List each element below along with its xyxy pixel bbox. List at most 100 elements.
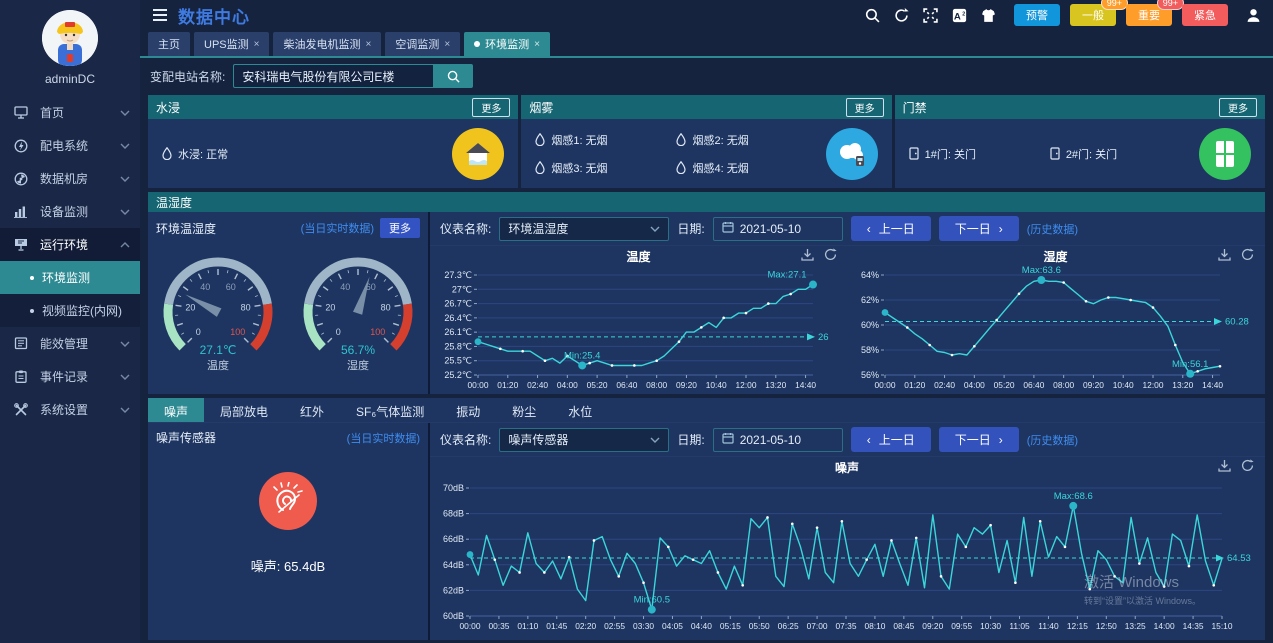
fullscreen-icon[interactable] — [923, 8, 938, 23]
menu-icon[interactable] — [152, 8, 168, 22]
sidebar-subitem-环境监测[interactable]: 环境监测 — [0, 261, 140, 294]
sidebar-item-label: 数据机房 — [40, 170, 120, 187]
tab-空调监测[interactable]: 空调监测× — [385, 32, 460, 56]
alarm-button-预警[interactable]: 预警 — [1014, 4, 1060, 26]
app-window: adminDC 首页配电系统数据机房设备监测运行环境环境监测视频监控(内网)能效… — [0, 0, 1273, 643]
tab-close-icon[interactable]: × — [365, 39, 371, 50]
more-button[interactable]: 更多 — [846, 98, 884, 117]
alarm-button-重要[interactable]: 重要99+ — [1126, 4, 1172, 26]
chevron-down-icon — [120, 374, 130, 380]
theme-icon[interactable] — [981, 8, 996, 23]
card-body: 烟感1: 无烟烟感2: 无烟烟感3: 无烟烟感4: 无烟 — [521, 119, 891, 188]
sidebar-item-运行环境[interactable]: 运行环境 — [0, 228, 140, 261]
tab-柴油发电机监测[interactable]: 柴油发电机监测× — [273, 32, 381, 56]
svg-text:25.5℃: 25.5℃ — [444, 356, 472, 366]
avatar[interactable] — [42, 10, 98, 66]
sidebar-item-首页[interactable]: 首页 — [0, 96, 140, 129]
sidebar-subitem-视频监控(内网)[interactable]: 视频监控(内网) — [0, 294, 140, 327]
date-picker[interactable]: 2021-05-10 — [713, 428, 843, 452]
more-button[interactable]: 更多 — [1219, 98, 1257, 117]
more-button[interactable]: 更多 — [472, 98, 510, 117]
station-name-input[interactable] — [233, 64, 433, 88]
alarm-button-一般[interactable]: 一般99+ — [1070, 4, 1116, 26]
meter-select[interactable]: 噪声传感器 — [499, 428, 669, 452]
chevron-down-icon — [120, 110, 130, 116]
tab-label: 环境监测 — [485, 36, 529, 52]
download-icon[interactable] — [1218, 248, 1231, 266]
door-panel-icon — [1212, 139, 1238, 169]
tab-close-icon[interactable]: × — [444, 39, 450, 50]
chevron-down-icon — [120, 143, 130, 149]
more-button[interactable]: 更多 — [380, 218, 420, 238]
history-link[interactable]: (历史数据) — [1027, 221, 1078, 237]
date-label: 日期: — [677, 220, 704, 237]
sidebar-item-设备监测[interactable]: 设备监测 — [0, 195, 140, 228]
tab-UPS监测[interactable]: UPS监测× — [194, 32, 269, 56]
user-icon[interactable] — [1246, 8, 1261, 23]
svg-text:05:20: 05:20 — [587, 380, 608, 390]
svg-text:13:20: 13:20 — [1172, 380, 1193, 390]
sidebar-item-系统设置[interactable]: 系统设置 — [0, 393, 140, 426]
sensor-tab-噪声[interactable]: 噪声 — [148, 398, 204, 422]
date-picker[interactable]: 2021-05-10 — [713, 217, 843, 241]
sensor-tab-振动[interactable]: 振动 — [440, 398, 496, 422]
svg-text:62%: 62% — [861, 295, 879, 305]
sidebar-item-配电系统[interactable]: 配电系统 — [0, 129, 140, 162]
reload-icon[interactable] — [1241, 248, 1254, 266]
tab-close-icon[interactable]: × — [534, 39, 540, 50]
status-cards: 水浸更多水浸: 正常烟雾更多烟感1: 无烟烟感2: 无烟烟感3: 无烟烟感4: … — [148, 95, 1265, 188]
svg-text:12:00: 12:00 — [736, 380, 757, 390]
meter-select[interactable]: 环境温湿度 — [499, 217, 669, 241]
svg-text:08:00: 08:00 — [1053, 380, 1074, 390]
search-button[interactable] — [433, 64, 473, 88]
reload-icon[interactable] — [1241, 459, 1254, 477]
sidebar-item-事件记录[interactable]: 事件记录 — [0, 360, 140, 393]
noise-chart-panel: 仪表名称: 噪声传感器 日期: 2021-05-10 ‹上一日 — [430, 423, 1265, 640]
sensor-tab-粉尘[interactable]: 粉尘 — [496, 398, 552, 422]
sensor-tab-红外[interactable]: 红外 — [284, 398, 340, 422]
svg-text:56%: 56% — [861, 370, 879, 380]
noise-chart: 噪声60dB62dB64dB66dB68dB70dB00:0000:3501:1… — [430, 457, 1264, 639]
prev-day-button[interactable]: ‹上一日 — [851, 216, 931, 241]
history-link[interactable]: (历史数据) — [1027, 432, 1078, 448]
svg-text:04:00: 04:00 — [964, 380, 985, 390]
panel-title: 噪声传感器 — [156, 429, 216, 446]
svg-text:01:20: 01:20 — [497, 380, 518, 390]
svg-text:02:20: 02:20 — [575, 621, 596, 631]
card-烟雾: 烟雾更多烟感1: 无烟烟感2: 无烟烟感3: 无烟烟感4: 无烟 — [521, 95, 891, 188]
tab-主页[interactable]: 主页 — [148, 32, 190, 56]
svg-text:湿度: 湿度 — [347, 358, 369, 372]
sensor-tab-SF₆气体监测[interactable]: SF₆气体监测 — [340, 398, 440, 422]
next-day-button[interactable]: 下一日› — [939, 427, 1019, 452]
alarm-button-紧急[interactable]: 紧急 — [1182, 4, 1228, 26]
search-icon[interactable] — [865, 8, 880, 23]
reload-icon[interactable] — [824, 248, 837, 266]
svg-text:68dB: 68dB — [443, 509, 464, 519]
svg-text:00:00: 00:00 — [875, 380, 896, 390]
sensor-tab-局部放电[interactable]: 局部放电 — [204, 398, 284, 422]
card-items: 1#门: 关门2#门: 关门 — [909, 146, 1191, 162]
bullet-icon — [30, 309, 34, 313]
sidebar-item-数据机房[interactable]: 数据机房 — [0, 162, 140, 195]
prev-day-button[interactable]: ‹上一日 — [851, 427, 931, 452]
refresh-icon[interactable] — [894, 8, 909, 23]
card-门禁: 门禁更多1#门: 关门2#门: 关门 — [895, 95, 1265, 188]
chart-plot: 56%58%60%62%64%00:0001:2002:4004:0005:20… — [847, 265, 1264, 398]
theme-icon — [981, 8, 996, 23]
svg-text:02:55: 02:55 — [604, 621, 625, 631]
chevron-down-icon — [650, 226, 660, 232]
svg-text:0: 0 — [196, 327, 201, 337]
font-size-icon[interactable]: A2 — [952, 8, 967, 23]
download-icon[interactable] — [1218, 459, 1231, 477]
tab-close-icon[interactable]: × — [254, 39, 260, 50]
download-icon[interactable] — [801, 248, 814, 266]
next-day-button[interactable]: 下一日› — [939, 216, 1019, 241]
sidebar-item-能效管理[interactable]: 能效管理 — [0, 327, 140, 360]
svg-text:64%: 64% — [861, 270, 879, 280]
tab-环境监测[interactable]: 环境监测 × — [464, 32, 550, 56]
download-icon — [1218, 248, 1231, 261]
sensor-tab-水位[interactable]: 水位 — [552, 398, 608, 422]
chart-tools — [1218, 459, 1254, 477]
svg-text:温度: 温度 — [207, 358, 229, 372]
meter-label: 仪表名称: — [440, 431, 491, 448]
